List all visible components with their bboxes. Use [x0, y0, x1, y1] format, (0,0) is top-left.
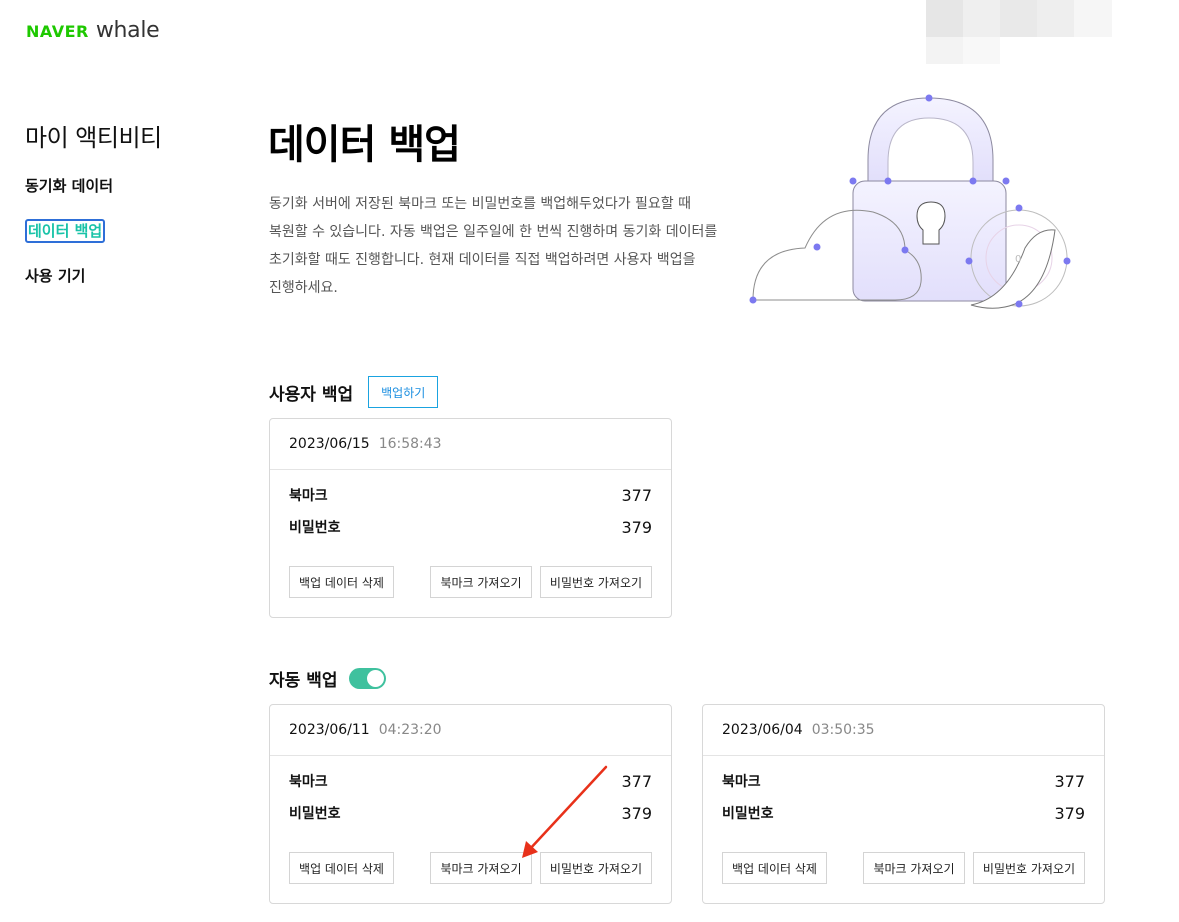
import-passwords-button[interactable]: 비밀번호 가져오기: [540, 852, 652, 884]
naver-whale-logo[interactable]: NAVER whale: [26, 18, 160, 43]
user-backup-header: 사용자 백업 백업하기: [269, 376, 439, 408]
svg-text:0: 0: [1015, 254, 1021, 265]
import-bookmarks-button[interactable]: 북마크 가져오기: [430, 852, 532, 884]
backup-date: 2023/06/15: [289, 436, 370, 452]
card-actions: 백업 데이터 삭제 북마크 가져오기 비밀번호 가져오기: [722, 852, 1085, 884]
delete-backup-button[interactable]: 백업 데이터 삭제: [289, 852, 394, 884]
password-count: 379: [621, 803, 652, 823]
bookmark-label: 북마크: [289, 488, 328, 504]
user-backup-card: 2023/06/15 16:58:43 북마크 377 비밀번호 379 백업 …: [269, 418, 672, 618]
bookmark-label: 북마크: [289, 774, 328, 790]
lock-cloud-illustration: 0: [749, 94, 1071, 309]
bookmark-count: 377: [621, 771, 652, 791]
password-row: 비밀번호 379: [289, 803, 652, 823]
toggle-knob: [367, 670, 385, 687]
card-header: 2023/06/15 16:58:43: [270, 419, 671, 470]
bookmark-count: 377: [621, 485, 652, 505]
backup-time: 16:58:43: [378, 436, 442, 452]
backup-time: 03:50:35: [811, 722, 875, 738]
logo-naver-text: NAVER: [26, 22, 89, 41]
auto-backup-header: 자동 백업: [269, 666, 387, 691]
password-label: 비밀번호: [722, 806, 774, 822]
import-bookmarks-button[interactable]: 북마크 가져오기: [430, 566, 532, 598]
sidebar-item-label: 데이터 백업: [25, 219, 106, 243]
import-passwords-button[interactable]: 비밀번호 가져오기: [973, 852, 1085, 884]
auto-backup-card: 2023/06/11 04:23:20 북마크 377 비밀번호 379 백업 …: [269, 704, 672, 904]
bookmark-row: 북마크 377: [289, 485, 652, 505]
user-backup-heading: 사용자 백업: [269, 384, 354, 405]
backup-date: 2023/06/11: [289, 722, 370, 738]
auto-backup-card: 2023/06/04 03:50:35 북마크 377 비밀번호 379 백업 …: [702, 704, 1105, 904]
bookmark-count: 377: [1054, 771, 1085, 791]
password-count: 379: [1054, 803, 1085, 823]
backup-now-button[interactable]: 백업하기: [368, 376, 439, 408]
import-passwords-button[interactable]: 비밀번호 가져오기: [540, 566, 652, 598]
sidebar-item-data-backup[interactable]: 데이터 백업: [25, 219, 162, 243]
auto-backup-heading: 자동 백업: [269, 671, 338, 691]
sidebar-title: 마이 액티비티: [25, 124, 162, 152]
bookmark-label: 북마크: [722, 774, 761, 790]
card-header: 2023/06/11 04:23:20: [270, 705, 671, 756]
backup-date: 2023/06/04: [722, 722, 803, 738]
password-row: 비밀번호 379: [722, 803, 1085, 823]
page-description: 동기화 서버에 저장된 북마크 또는 비밀번호를 백업해두었다가 필요할 때 복…: [269, 196, 718, 296]
logo-whale-text: whale: [95, 18, 160, 43]
password-row: 비밀번호 379: [289, 517, 652, 537]
auto-backup-toggle[interactable]: [349, 668, 387, 689]
delete-backup-button[interactable]: 백업 데이터 삭제: [722, 852, 827, 884]
bookmark-row: 북마크 377: [289, 771, 652, 791]
backup-time: 04:23:20: [378, 722, 442, 738]
page: NAVER whale 마이 액티비티 동기화 데이터 데이터 백업 사용 기기…: [0, 0, 1179, 922]
import-bookmarks-button[interactable]: 북마크 가져오기: [863, 852, 965, 884]
sidebar-item-sync-data[interactable]: 동기화 데이터: [25, 175, 162, 196]
sidebar-menu: 동기화 데이터 데이터 백업 사용 기기: [25, 175, 162, 286]
bookmark-row: 북마크 377: [722, 771, 1085, 791]
card-actions: 백업 데이터 삭제 북마크 가져오기 비밀번호 가져오기: [289, 852, 652, 884]
blurred-account-area: [926, 0, 1112, 64]
sidebar-item-devices[interactable]: 사용 기기: [25, 265, 162, 286]
password-label: 비밀번호: [289, 806, 341, 822]
delete-backup-button[interactable]: 백업 데이터 삭제: [289, 566, 394, 598]
password-count: 379: [621, 517, 652, 537]
sidebar-item-label: 사용 기기: [25, 267, 86, 285]
page-title: 데이터 백업: [268, 122, 461, 168]
sidebar-item-label: 동기화 데이터: [25, 177, 114, 195]
card-actions: 백업 데이터 삭제 북마크 가져오기 비밀번호 가져오기: [289, 566, 652, 598]
sidebar: 마이 액티비티 동기화 데이터 데이터 백업 사용 기기: [25, 118, 162, 310]
card-header: 2023/06/04 03:50:35: [703, 705, 1104, 756]
password-label: 비밀번호: [289, 520, 341, 536]
